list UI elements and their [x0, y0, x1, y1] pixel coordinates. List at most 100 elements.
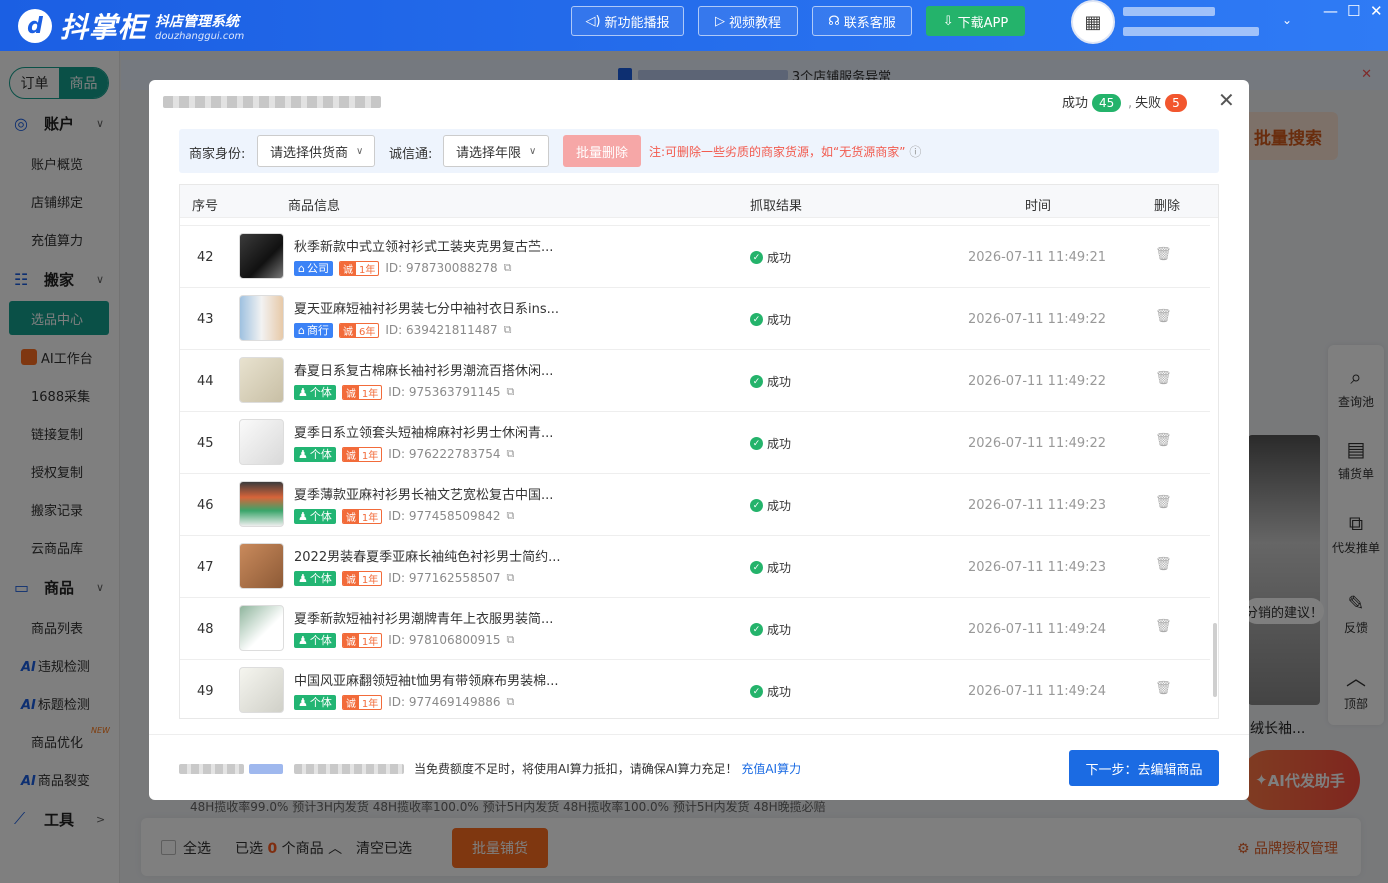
copy-icon[interactable]: ⧉ [507, 447, 515, 461]
col-fetch-result: 抓取结果 [750, 199, 803, 214]
logo-sub-cn: 抖店管理系统 [155, 13, 240, 30]
fetch-status-label: 成功 [767, 685, 792, 699]
copy-icon[interactable]: ⧉ [504, 323, 512, 337]
copy-icon[interactable]: ⧉ [507, 695, 515, 709]
credit-select[interactable]: 请选择年限 ∨ [443, 135, 549, 167]
copy-icon[interactable]: ⧉ [507, 571, 515, 585]
batch-delete-button[interactable]: 批量删除 [563, 135, 641, 167]
success-count-badge: 45 [1092, 94, 1122, 112]
copy-icon[interactable]: ⧉ [507, 633, 515, 647]
check-circle-icon: ✓ [750, 685, 763, 698]
table-row: 48 夏季新款短袖衬衫男潮牌青年上衣服男装简... ♟ 个体诚 1年 ID: 978106… [180, 598, 1210, 660]
maximize-icon[interactable]: ☐ [1347, 2, 1360, 20]
product-thumbnail[interactable] [239, 357, 284, 403]
merchant-type-label: 公司 [306, 262, 329, 275]
trash-icon[interactable]: 🗑 [1155, 371, 1172, 386]
fetch-time: 2026-07-11 11:49:24 [968, 622, 1107, 637]
row-index: 45 [197, 436, 214, 451]
check-circle-icon: ✓ [750, 251, 763, 264]
product-title[interactable]: 夏天亚麻短袖衬衫男装七分中袖衬衣日系ins... [294, 298, 594, 317]
user-avatar[interactable]: ▦ [1071, 0, 1115, 44]
table-row: 45 夏季日系立领套头短袖棉麻衬衫男士休闲青... ♟ 个体诚 1年 ID: 976222… [180, 412, 1210, 474]
copy-icon[interactable]: ⧉ [507, 385, 515, 399]
product-title[interactable]: 夏季薄款亚麻衬衫男长袖文艺宽松复古中国... [294, 484, 594, 503]
merchant-type-label: 个体 [309, 448, 332, 461]
contact-support-label: 联系客服 [843, 15, 896, 31]
product-tags: ♟ 个体诚 1年 ID: 977469149886 ⧉ [294, 694, 514, 710]
credit-years-tag: 诚 1年 [341, 570, 383, 586]
video-tutorial-button[interactable]: ▷ 视频教程 [698, 6, 798, 36]
merchant-type-tag: ♟ 个体 [294, 446, 336, 462]
trash-icon[interactable]: 🗑 [1155, 681, 1172, 696]
trash-icon[interactable]: 🗑 [1155, 557, 1172, 572]
check-circle-icon: ✓ [750, 437, 763, 450]
close-window-icon[interactable]: ✕ [1370, 2, 1383, 20]
fetch-status: ✓ 成功 [750, 621, 791, 638]
credit-years: 1年 [358, 264, 376, 276]
check-circle-icon: ✓ [750, 499, 763, 512]
col-time: 时间 [1025, 199, 1052, 214]
product-id: ID: 975363791145 [388, 385, 501, 399]
product-id: ID: 977162558507 [388, 571, 501, 585]
table-scrollbar[interactable] [1213, 623, 1217, 697]
col-product-info: 商品信息 [288, 199, 341, 214]
product-thumbnail[interactable] [239, 667, 284, 713]
check-circle-icon: ✓ [750, 375, 763, 388]
product-thumbnail[interactable] [239, 605, 284, 651]
product-title[interactable]: 夏季新款短袖衬衫男潮牌青年上衣服男装简... [294, 608, 594, 627]
news-button-label: 新功能播报 [604, 15, 670, 31]
product-thumbnail[interactable] [239, 233, 284, 279]
modal-title-blurred [163, 96, 381, 108]
play-icon: ▷ [714, 13, 725, 29]
product-thumbnail[interactable] [239, 543, 284, 589]
table-row: 42 秋季新款中式立领衬衫式工装夹克男复古苎... ⌂ 公司诚 1年 ID: 978730… [180, 226, 1210, 288]
cheng-label: 诚 [342, 509, 359, 523]
fetch-status: ✓ 成功 [750, 249, 791, 266]
product-tags: ♟ 个体诚 1年 ID: 976222783754 ⧉ [294, 446, 514, 462]
merchant-label: 商家身份: [189, 147, 246, 162]
next-edit-goods-button[interactable]: 下一步：去编辑商品 [1069, 750, 1219, 786]
trash-icon[interactable]: 🗑 [1155, 619, 1172, 634]
fail-stat: , 失败 5 [1128, 92, 1187, 112]
merchant-type-tag: ♟ 个体 [294, 570, 336, 586]
merchant-type-tag: ⌂ 商行 [294, 322, 333, 338]
merchant-type-icon: ♟ [298, 447, 308, 461]
product-thumbnail[interactable] [239, 295, 284, 341]
product-thumbnail[interactable] [239, 481, 284, 527]
product-title[interactable]: 春夏日系复古棉麻长袖衬衫男潮流百搭休闲... [294, 360, 594, 379]
table-header: 序号 商品信息 抓取结果 时间 删除 [180, 185, 1218, 218]
trash-icon[interactable]: 🗑 [1155, 309, 1172, 324]
delete-note-text: 注:可删除一些劣质的商家货源，如“无货源商家” [649, 145, 906, 159]
modal-close-icon[interactable]: ✕ [1218, 88, 1235, 112]
merchant-type-icon: ♟ [298, 385, 308, 399]
copy-icon[interactable]: ⧉ [504, 261, 512, 275]
merchant-type-label: 商行 [306, 324, 329, 337]
product-title[interactable]: 夏季日系立领套头短袖棉麻衬衫男士休闲青... [294, 422, 594, 441]
fetch-time: 2026-07-11 11:49:23 [968, 560, 1107, 575]
merchant-select[interactable]: 请选择供货商 ∨ [257, 135, 375, 167]
product-title[interactable]: 秋季新款中式立领衬衫式工装夹克男复古苎... [294, 236, 594, 255]
row-index: 43 [197, 312, 214, 327]
product-title[interactable]: 2022男装春夏季亚麻长袖纯色衬衫男士简约... [294, 546, 594, 565]
copy-icon[interactable]: ⧉ [507, 509, 515, 523]
fetch-status-label: 成功 [767, 623, 792, 637]
merchant-type-tag: ♟ 个体 [294, 694, 336, 710]
recharge-ai-link[interactable]: 充值AI算力 [741, 762, 801, 776]
trash-icon[interactable]: 🗑 [1155, 433, 1172, 448]
check-circle-icon: ✓ [750, 623, 763, 636]
download-app-button[interactable]: ⇩ 下载APP [926, 6, 1025, 36]
product-id: ID: 977469149886 [388, 695, 501, 709]
fail-label: 失败 [1135, 96, 1162, 111]
minimize-icon[interactable]: — [1323, 2, 1338, 20]
merchant-type-icon: ♟ [298, 695, 308, 709]
merchant-type-tag: ♟ 个体 [294, 632, 336, 648]
product-thumbnail[interactable] [239, 419, 284, 465]
user-menu-chevron-icon[interactable]: ⌄ [1282, 13, 1292, 27]
trash-icon[interactable]: 🗑 [1155, 247, 1172, 262]
product-title[interactable]: 中国风亚麻翻领短袖t恤男有带领麻布男装棉... [294, 670, 594, 689]
help-circle-icon[interactable]: ⓘ [909, 145, 921, 159]
trash-icon[interactable]: 🗑 [1155, 495, 1172, 510]
news-button[interactable]: ◁) 新功能播报 [571, 6, 684, 36]
contact-support-button[interactable]: ☊ 联系客服 [812, 6, 912, 36]
credit-years: 1年 [361, 388, 379, 400]
